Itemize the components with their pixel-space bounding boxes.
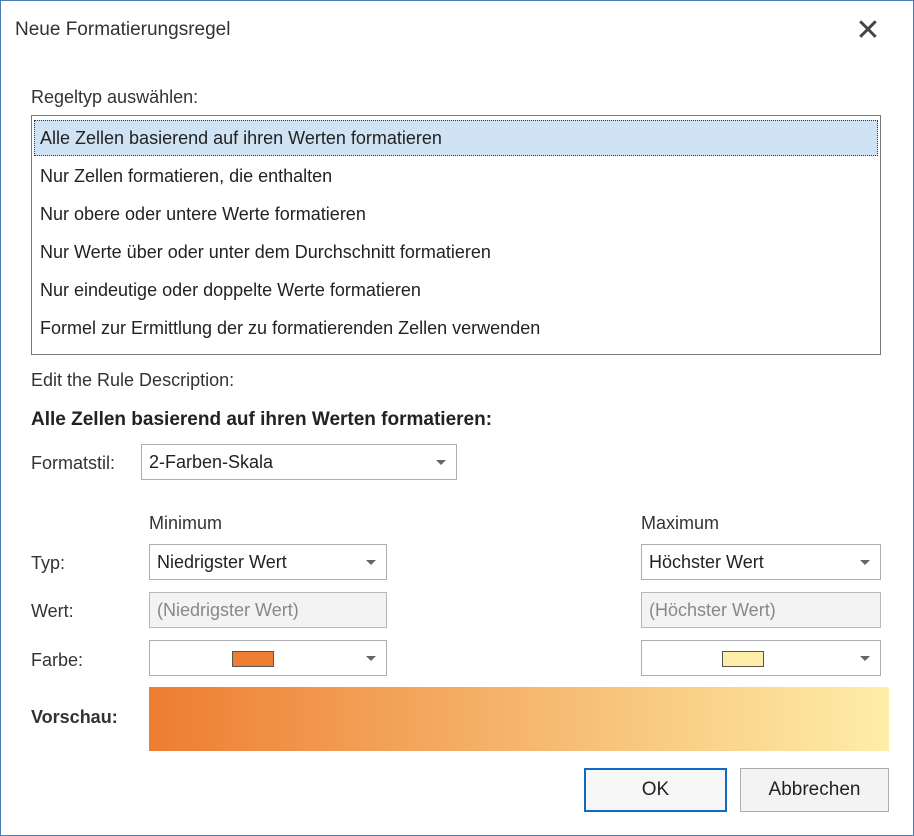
chevron-down-icon [860,656,870,661]
maximum-type-value: Höchster Wert [649,552,764,572]
close-icon[interactable]: ✕ [849,11,887,49]
rule-type-item[interactable]: Nur Werte über oder unter dem Durchschni… [34,234,878,270]
format-style-select[interactable]: 2-Farben-Skala [141,444,457,480]
minimum-color-picker[interactable] [149,640,387,676]
title-bar: Neue Formatierungsregel ✕ [1,1,913,59]
rule-type-item[interactable]: Nur obere oder untere Werte formatieren [34,196,878,232]
minimum-header: Minimum [149,513,223,533]
chevron-down-icon [860,560,870,565]
preview-gradient [149,687,889,751]
maximum-value-text: (Höchster Wert) [649,600,776,620]
maximum-color-picker[interactable] [641,640,881,676]
type-row-label: Typ: [31,553,66,573]
maximum-value-field[interactable]: (Höchster Wert) [641,592,881,628]
rule-type-label: Regeltyp auswählen: [31,87,199,107]
format-style-label: Formatstil: [31,453,116,473]
new-formatting-rule-dialog: Neue Formatierungsregel ✕ Regeltyp auswä… [0,0,914,836]
dialog-title: Neue Formatierungsregel [15,19,231,40]
rule-type-item[interactable]: Alle Zellen basierend auf ihren Werten f… [34,120,878,156]
minimum-type-select[interactable]: Niedrigster Wert [149,544,387,580]
rule-description-heading: Alle Zellen basierend auf ihren Werten f… [31,409,493,430]
cancel-button[interactable]: Abbrechen [740,768,889,812]
chevron-down-icon [436,460,446,465]
rule-type-list[interactable]: Alle Zellen basierend auf ihren Werten f… [31,115,881,355]
value-row-label: Wert: [31,601,74,621]
preview-label: Vorschau: [31,707,118,727]
minimum-value-text: (Niedrigster Wert) [157,600,299,620]
rule-type-item[interactable]: Nur Zellen formatieren, die enthalten [34,158,878,194]
ok-button[interactable]: OK [584,768,727,812]
minimum-color-swatch [232,651,274,667]
chevron-down-icon [366,560,376,565]
maximum-type-select[interactable]: Höchster Wert [641,544,881,580]
format-style-value: 2-Farben-Skala [149,452,274,472]
color-row-label: Farbe: [31,650,84,670]
maximum-header: Maximum [641,513,720,533]
edit-description-label: Edit the Rule Description: [31,370,235,390]
maximum-color-swatch [722,651,764,667]
minimum-type-value: Niedrigster Wert [157,552,287,572]
chevron-down-icon [366,656,376,661]
rule-type-item[interactable]: Formel zur Ermittlung der zu formatieren… [34,310,878,346]
minimum-value-field[interactable]: (Niedrigster Wert) [149,592,387,628]
rule-type-item[interactable]: Nur eindeutige oder doppelte Werte forma… [34,272,878,308]
